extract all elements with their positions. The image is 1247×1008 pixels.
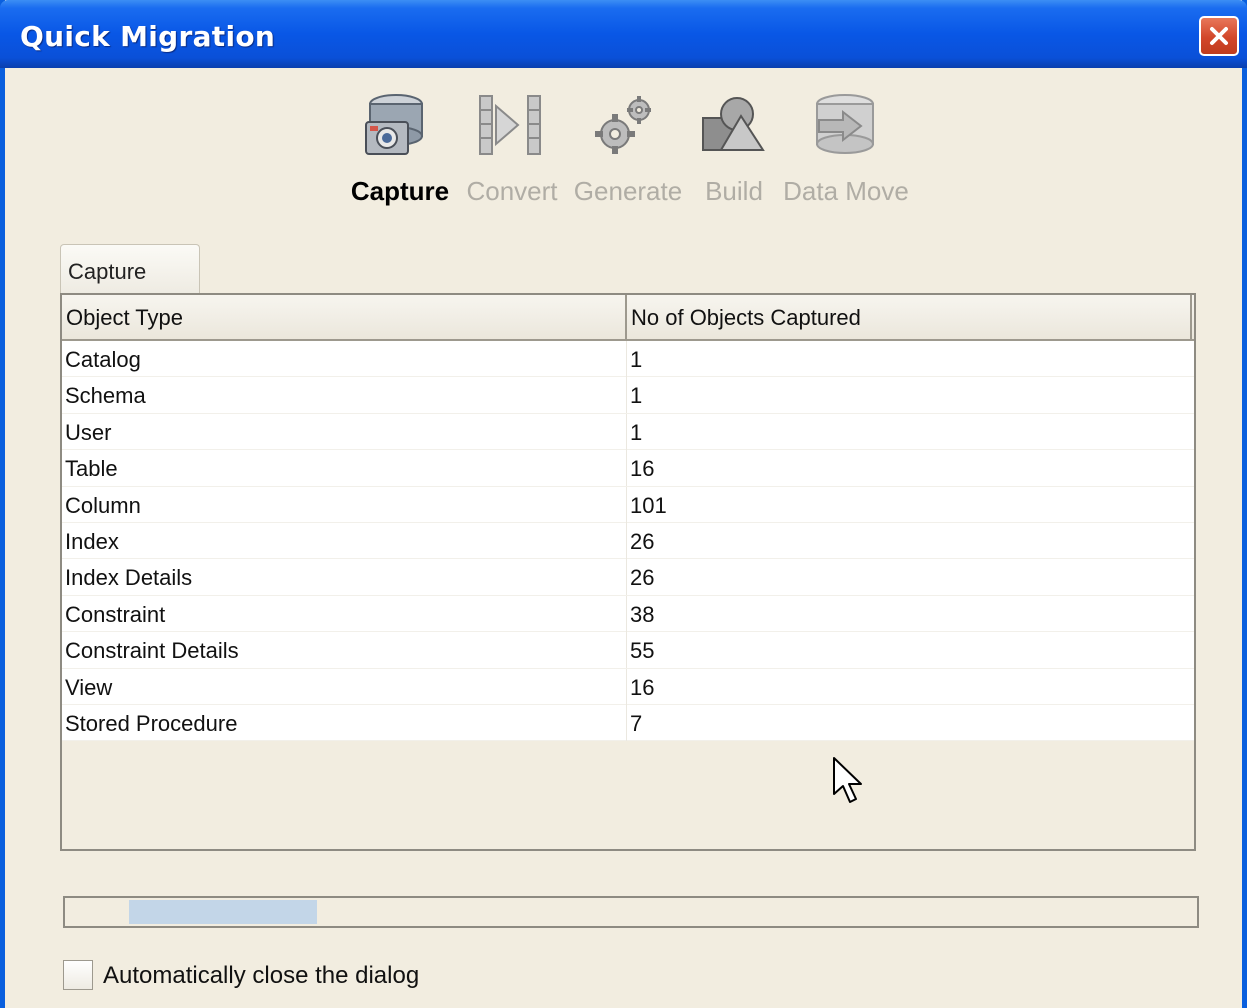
- title-bar[interactable]: Quick Migration: [0, 0, 1247, 68]
- cell-object-type: Index: [62, 522, 627, 559]
- quick-migration-dialog: Quick Migration Capture Convert Generate…: [0, 0, 1247, 1008]
- table-row[interactable]: User 1: [62, 413, 1194, 451]
- cell-count: 38: [630, 601, 655, 627]
- capture-database-camera-icon: [365, 94, 423, 155]
- cell-count: 16: [630, 456, 655, 482]
- cell-object-type: User: [62, 413, 627, 450]
- cell-count: 1: [630, 383, 643, 409]
- generate-gears-icon: [595, 96, 651, 154]
- cell-count: 26: [630, 565, 655, 591]
- auto-close-checkbox[interactable]: [63, 960, 93, 990]
- step-label-capture[interactable]: Capture: [351, 176, 449, 207]
- data-move-database-icon: [816, 94, 874, 154]
- cell-count: 101: [630, 492, 667, 518]
- step-label-build[interactable]: Build: [705, 176, 763, 207]
- table-row[interactable]: View 16: [62, 668, 1194, 705]
- cell-object-type: Stored Procedure: [62, 704, 627, 741]
- cell-count: 1: [630, 419, 643, 445]
- column-header-objects-captured[interactable]: No of Objects Captured: [627, 295, 1192, 339]
- cell-object-type: Catalog: [62, 341, 627, 377]
- step-label-data-move[interactable]: Data Move: [783, 176, 909, 207]
- cell-object-type: Constraint Details: [62, 632, 627, 669]
- close-icon: [1210, 27, 1228, 45]
- table-row[interactable]: Index Details 26: [62, 559, 1194, 596]
- cell-count: 16: [630, 674, 655, 700]
- cell-count: 7: [630, 710, 643, 736]
- table-row[interactable]: Stored Procedure 7: [62, 704, 1194, 742]
- cell-count: 55: [630, 638, 655, 664]
- table-row[interactable]: Column 101: [62, 486, 1194, 523]
- cell-object-type: Column: [62, 486, 627, 523]
- step-label-convert[interactable]: Convert: [466, 176, 557, 207]
- window-title: Quick Migration: [20, 20, 276, 53]
- table-header: Object Type No of Objects Captured: [62, 295, 1194, 341]
- tab-capture[interactable]: Capture: [60, 244, 200, 294]
- cell-object-type: View: [62, 668, 627, 705]
- cell-count: 26: [630, 528, 655, 554]
- close-button[interactable]: [1199, 16, 1239, 56]
- convert-arrow-icon: [479, 95, 541, 155]
- table-row[interactable]: Table 16: [62, 450, 1194, 487]
- table-row[interactable]: Schema 1: [62, 377, 1194, 414]
- cell-object-type: Constraint: [62, 595, 627, 632]
- progress-bar: [63, 896, 1199, 928]
- cell-object-type: Index Details: [62, 559, 627, 596]
- table-body: Catalog 1 Schema 1 User 1 Table 16 Column 101…: [62, 341, 1194, 742]
- auto-close-label[interactable]: Automatically close the dialog: [103, 962, 419, 990]
- table-row[interactable]: Constraint 38: [62, 595, 1194, 633]
- build-shapes-icon: [702, 97, 765, 151]
- table-row[interactable]: Constraint Details 55: [62, 632, 1194, 669]
- mouse-pointer-icon: [833, 757, 862, 803]
- step-label-generate[interactable]: Generate: [574, 176, 682, 207]
- cell-object-type: Table: [62, 450, 627, 487]
- progress-indicator: [129, 900, 317, 924]
- table-row[interactable]: Index 26: [62, 522, 1194, 560]
- cell-count: 1: [630, 347, 643, 372]
- column-header-object-type[interactable]: Object Type: [62, 295, 627, 339]
- cell-object-type: Schema: [62, 377, 627, 414]
- table-row[interactable]: Catalog 1: [62, 341, 1194, 378]
- capture-results-table: Object Type No of Objects Captured Catal…: [60, 293, 1196, 851]
